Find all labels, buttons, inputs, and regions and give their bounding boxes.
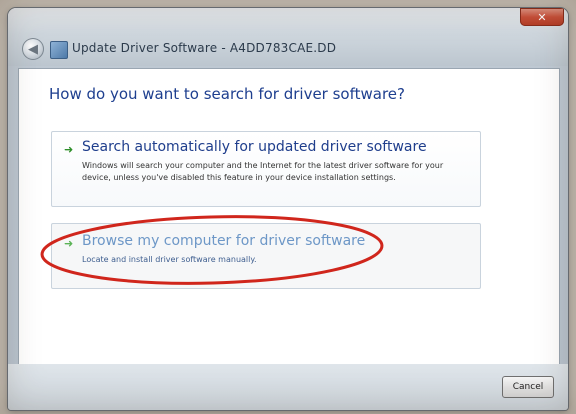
option-description: Locate and install driver software manua…: [82, 255, 257, 264]
close-button[interactable]: ✕: [520, 8, 564, 26]
window-title: Update Driver Software - A4DD783CAE.DD: [72, 41, 337, 55]
back-arrow-icon: ◀: [28, 41, 38, 57]
green-arrow-icon: ➜: [64, 143, 74, 156]
wizard-content: How do you want to search for driver sof…: [18, 68, 560, 366]
title-bar[interactable]: ◀ Update Driver Software - A4DD783CAE.DD…: [8, 8, 568, 66]
page-heading: How do you want to search for driver sof…: [49, 85, 405, 103]
option-title: Browse my computer for driver software: [82, 233, 366, 249]
green-arrow-icon: ➜: [64, 237, 74, 250]
close-icon: ✕: [537, 10, 547, 24]
search-automatically-option[interactable]: ➜ Search automatically for updated drive…: [51, 131, 481, 207]
browse-my-computer-option[interactable]: ➜ Browse my computer for driver software…: [51, 223, 481, 289]
back-button[interactable]: ◀: [22, 38, 44, 60]
device-icon: [50, 41, 68, 59]
wizard-footer: Cancel: [8, 364, 568, 410]
update-driver-window: ◀ Update Driver Software - A4DD783CAE.DD…: [8, 8, 568, 410]
cancel-button[interactable]: Cancel: [502, 376, 554, 398]
option-description: Windows will search your computer and th…: [82, 161, 444, 182]
option-title: Search automatically for updated driver …: [82, 139, 427, 155]
